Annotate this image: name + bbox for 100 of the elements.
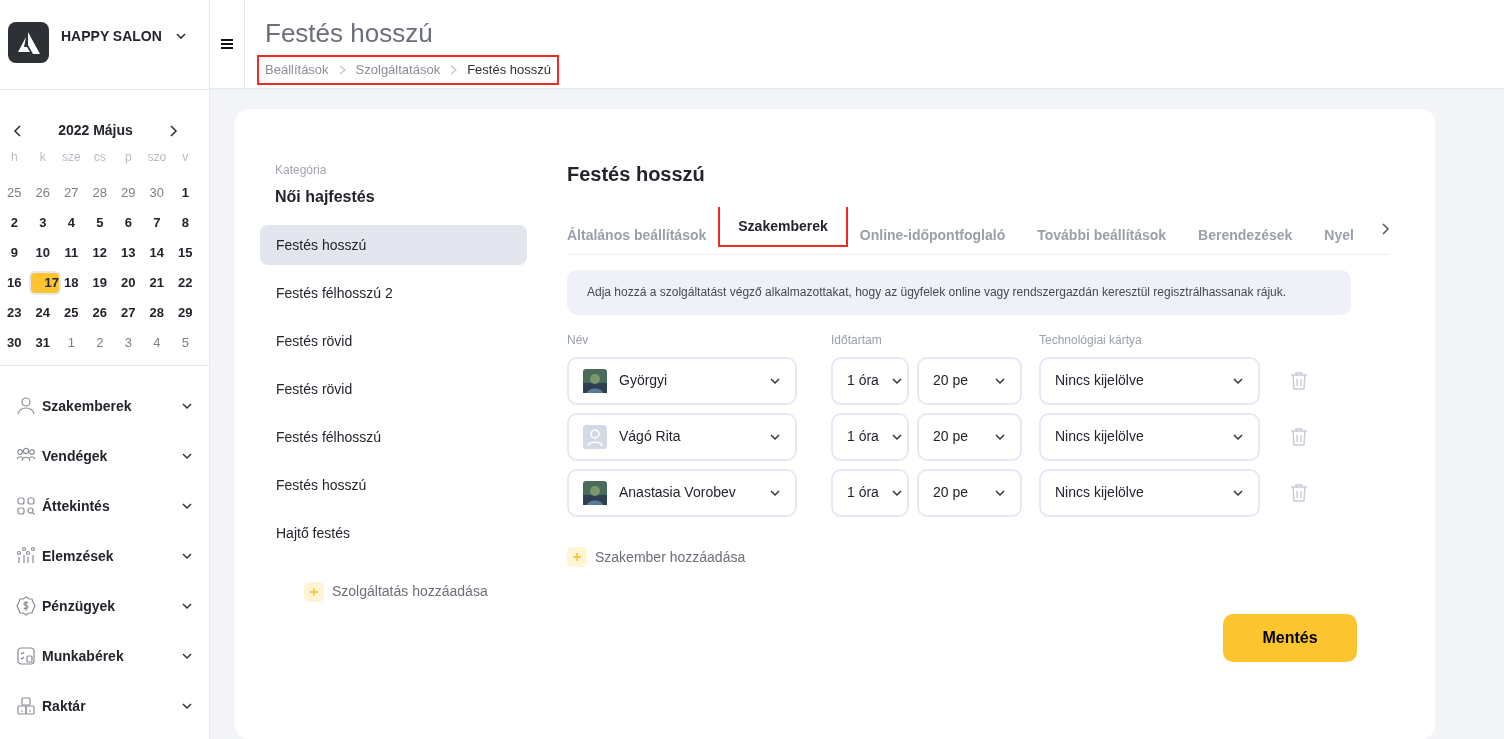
chevron-down-icon — [181, 700, 193, 712]
calendar-day[interactable]: 30 — [0, 331, 29, 355]
calendar-day[interactable]: 4 — [57, 211, 86, 235]
calendar-day[interactable]: 16 — [0, 271, 29, 295]
chevron-down-icon — [181, 500, 193, 512]
calendar-day[interactable]: 29 — [171, 301, 200, 325]
service-item[interactable]: Hajtő festés — [260, 513, 527, 553]
calendar-day[interactable]: 3 — [28, 211, 57, 235]
weekday-label: k — [38, 149, 47, 166]
calendar-day[interactable]: 28 — [142, 301, 171, 325]
month-label: 2022 Május — [57, 121, 134, 140]
weekday-label: p — [123, 149, 133, 166]
salon-name: HAPPY SALON — [61, 27, 163, 46]
calendar-day[interactable]: 25 — [0, 181, 29, 205]
service-item[interactable]: Festés félhosszú 2 — [260, 273, 527, 313]
calendar-day[interactable]: 3 — [114, 331, 143, 355]
calendar-day[interactable]: 5 — [85, 211, 114, 235]
grid-icon — [16, 496, 36, 516]
app-logo — [8, 22, 49, 63]
next-month-icon[interactable] — [167, 123, 179, 138]
column-header: Név — [567, 331, 590, 349]
calendar-day[interactable]: 30 — [142, 181, 171, 205]
info-banner: Adja hozzá a szolgáltatást végző alkalmazottakat, hogy az ügyfelek online vagy rendszergazdán keresztül regisztrálhassanak rájuk. — [567, 270, 1351, 315]
previous-month-icon[interactable] — [12, 123, 24, 138]
weekday-label: cs — [92, 149, 107, 166]
calendar-day[interactable]: 9 — [0, 241, 29, 265]
calendar-day[interactable]: 17 — [28, 271, 61, 295]
chevron-down-icon — [181, 600, 193, 612]
money-icon — [16, 596, 36, 616]
clipboard-icon — [16, 646, 36, 666]
calendar-day[interactable]: 13 — [114, 241, 143, 265]
calendar-day[interactable]: 8 — [171, 211, 200, 235]
calendar-day[interactable]: 2 — [0, 211, 29, 235]
nav-item[interactable]: Vendégek — [0, 431, 209, 481]
breadcrumb-current: Festés hosszú — [467, 61, 551, 79]
calendar-day[interactable]: 31 — [28, 331, 57, 355]
nav-item[interactable]: Szakemberek — [0, 381, 209, 431]
person-icon — [16, 396, 36, 416]
calendar-day[interactable]: 14 — [142, 241, 171, 265]
calendar-day[interactable]: 26 — [28, 181, 57, 205]
calendar-day[interactable]: 4 — [142, 331, 171, 355]
minutes-select[interactable]: 20 pe — [917, 468, 1022, 517]
calendar-day[interactable]: 11 — [57, 241, 86, 265]
calendar-day[interactable]: 6 — [114, 211, 143, 235]
chart-icon — [16, 546, 36, 566]
add-service-link[interactable]: Szolgáltatás hozzáadása — [332, 581, 488, 602]
calendar-day[interactable]: 26 — [85, 301, 114, 325]
nav-item[interactable]: Áttekintés — [0, 481, 209, 531]
nav-item[interactable]: Munkabérek — [0, 631, 209, 681]
chevron-down-icon — [181, 450, 193, 462]
service-item[interactable]: Festés félhosszú — [260, 417, 527, 457]
calendar-day[interactable]: 28 — [85, 181, 114, 205]
calendar-day[interactable]: 29 — [114, 181, 143, 205]
add-specialist-link[interactable]: Szakember hozzáadása — [595, 546, 746, 568]
chevron-down-icon — [181, 650, 193, 662]
hours-select[interactable]: 1 óra — [831, 356, 909, 405]
service-item[interactable]: Festés hosszú — [260, 465, 527, 505]
calendar-day[interactable]: 24 — [28, 301, 57, 325]
calendar-day[interactable]: 1 — [171, 181, 200, 205]
calendar-day[interactable]: 20 — [114, 271, 143, 295]
calendar-day[interactable]: 23 — [0, 301, 29, 325]
tech-card-select[interactable]: Nincs kijelölve — [1039, 468, 1260, 517]
staff-select[interactable]: Györgyi — [567, 356, 797, 405]
chevron-down-icon[interactable] — [175, 30, 187, 42]
boxes-icon — [16, 696, 36, 716]
column-header: Időtartam — [831, 331, 883, 349]
weekday-label: v — [181, 149, 190, 166]
save-button[interactable]: Mentés — [1223, 613, 1357, 662]
calendar-day[interactable]: 5 — [171, 331, 200, 355]
service-item[interactable]: Festés hosszú — [260, 225, 527, 265]
weekday-label: h — [9, 149, 19, 166]
menu-icon[interactable] — [221, 39, 233, 49]
calendar-day[interactable]: 12 — [85, 241, 114, 265]
tech-card-select[interactable]: Nincs kijelölve — [1039, 356, 1260, 405]
calendar-day[interactable]: 7 — [142, 211, 171, 235]
calendar-day[interactable]: 19 — [85, 271, 114, 295]
minutes-select[interactable]: 20 pe — [917, 412, 1022, 461]
nav-item[interactable]: Raktár — [0, 681, 209, 731]
weekday-label: sze — [60, 149, 82, 166]
nav-item[interactable]: Elemzések — [0, 531, 209, 581]
hours-select[interactable]: 1 óra — [831, 412, 909, 461]
hours-select[interactable]: 1 óra — [831, 468, 909, 517]
minutes-select[interactable]: 20 pe — [917, 356, 1022, 405]
calendar-day[interactable]: 10 — [28, 241, 57, 265]
staff-select[interactable]: Anastasia Vorobev — [567, 468, 797, 517]
staff-select[interactable]: Vágó Rita — [567, 412, 797, 461]
service-item[interactable]: Festés rövid — [260, 369, 527, 409]
service-item[interactable]: Festés rövid — [260, 321, 527, 361]
calendar-day[interactable]: 21 — [142, 271, 171, 295]
calendar-day[interactable]: 22 — [171, 271, 200, 295]
calendar-day[interactable]: 27 — [57, 181, 86, 205]
calendar-day[interactable]: 2 — [85, 331, 114, 355]
chevron-right-icon — [450, 64, 458, 75]
tab[interactable]: Szakemberek — [718, 207, 848, 247]
tech-card-select[interactable]: Nincs kijelölve — [1039, 412, 1260, 461]
calendar-day[interactable]: 27 — [114, 301, 143, 325]
calendar-day[interactable]: 25 — [57, 301, 86, 325]
nav-item[interactable]: Pénzügyek — [0, 581, 209, 631]
calendar-day[interactable]: 1 — [57, 331, 86, 355]
calendar-day[interactable]: 15 — [171, 241, 200, 265]
